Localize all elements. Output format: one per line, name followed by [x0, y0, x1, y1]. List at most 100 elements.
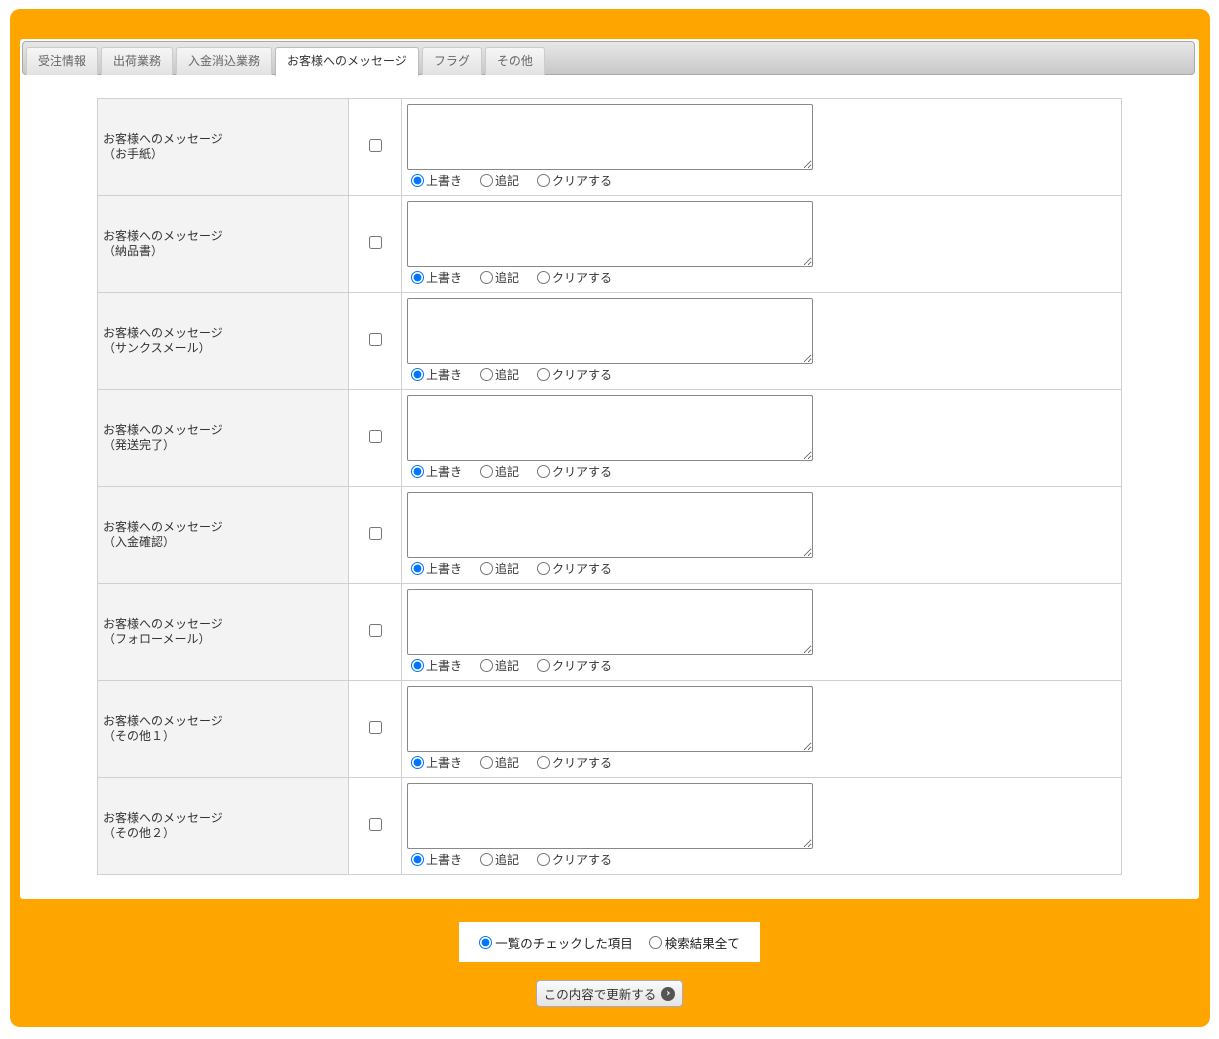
- message-row: お客様へのメッセージ （入金確認） 上書き 追記 クリアする: [97, 486, 1122, 584]
- row-checkbox[interactable]: [368, 236, 382, 249]
- mode-option[interactable]: 追記: [476, 754, 519, 771]
- message-row: お客様へのメッセージ （サンクスメール） 上書き 追記 クリアする: [97, 292, 1122, 390]
- row-checkbox[interactable]: [368, 430, 382, 443]
- message-textarea[interactable]: [407, 783, 813, 849]
- mode-option[interactable]: クリアする: [533, 269, 612, 286]
- mode-label: 追記: [495, 271, 520, 285]
- mode-label: 上書き: [426, 659, 463, 673]
- scope-checked-option[interactable]: 一覧のチェックした項目: [479, 933, 633, 952]
- update-button[interactable]: この内容で更新する ›: [536, 980, 683, 1007]
- mode-option[interactable]: 上書き: [407, 463, 462, 480]
- mode-option[interactable]: 追記: [476, 657, 519, 674]
- mode-radio[interactable]: [411, 659, 424, 672]
- mode-radio[interactable]: [480, 465, 494, 478]
- row-checkbox[interactable]: [368, 139, 382, 152]
- mode-radio[interactable]: [537, 659, 551, 672]
- row-check-cell: [348, 389, 402, 487]
- mode-radio[interactable]: [537, 368, 551, 381]
- mode-option[interactable]: クリアする: [533, 657, 612, 674]
- scope-checked-radio[interactable]: [479, 935, 493, 949]
- mode-radio[interactable]: [537, 465, 551, 478]
- mode-radio[interactable]: [480, 174, 494, 187]
- scope-all-radio[interactable]: [648, 935, 662, 949]
- mode-label: クリアする: [552, 174, 613, 188]
- mode-radio[interactable]: [480, 756, 494, 769]
- mode-option[interactable]: 上書き: [407, 851, 462, 868]
- tab-2[interactable]: 入金消込業務: [176, 47, 273, 75]
- mode-option[interactable]: 上書き: [407, 172, 462, 189]
- mode-option[interactable]: クリアする: [533, 172, 612, 189]
- message-textarea[interactable]: [407, 298, 813, 364]
- mode-radio[interactable]: [537, 562, 551, 575]
- mode-radio[interactable]: [537, 853, 551, 866]
- mode-option[interactable]: クリアする: [533, 851, 612, 868]
- message-textarea[interactable]: [407, 104, 813, 170]
- mode-option[interactable]: 追記: [476, 463, 519, 480]
- mode-radio[interactable]: [411, 853, 424, 866]
- tab-1[interactable]: 出荷業務: [101, 47, 174, 75]
- message-textarea[interactable]: [407, 492, 813, 558]
- mode-option[interactable]: 追記: [476, 172, 519, 189]
- mode-radio[interactable]: [537, 174, 551, 187]
- row-content: 上書き 追記 クリアする: [401, 195, 1122, 293]
- mode-option[interactable]: 上書き: [407, 754, 462, 771]
- mode-option[interactable]: 追記: [476, 851, 519, 868]
- mode-option[interactable]: クリアする: [533, 754, 612, 771]
- mode-radio[interactable]: [537, 271, 551, 284]
- mode-radio[interactable]: [480, 368, 494, 381]
- row-checkbox[interactable]: [368, 818, 382, 831]
- mode-radio[interactable]: [537, 756, 551, 769]
- mode-option[interactable]: 追記: [476, 269, 519, 286]
- edit-panel: 受注情報 出荷業務 入金消込業務 お客様へのメッセージ フラグ その他 お客様へのメッセー…: [20, 39, 1199, 899]
- row-checkbox[interactable]: [368, 624, 382, 637]
- mode-option[interactable]: 上書き: [407, 560, 462, 577]
- mode-radio[interactable]: [411, 756, 424, 769]
- mode-radio[interactable]: [411, 465, 424, 478]
- mode-radio[interactable]: [411, 271, 424, 284]
- mode-option[interactable]: 上書き: [407, 657, 462, 674]
- mode-radio[interactable]: [480, 271, 494, 284]
- message-textarea[interactable]: [407, 395, 813, 461]
- row-label: お客様へのメッセージ （お手紙）: [97, 98, 349, 196]
- row-content: 上書き 追記 クリアする: [401, 777, 1122, 875]
- mode-option[interactable]: 追記: [476, 366, 519, 383]
- mode-radio[interactable]: [480, 562, 494, 575]
- mode-radio-group: 上書き 追記 クリアする: [407, 463, 1121, 480]
- mode-option[interactable]: 追記: [476, 560, 519, 577]
- mode-radio[interactable]: [411, 368, 424, 381]
- tab-5[interactable]: その他: [484, 47, 545, 75]
- tab-bar: 受注情報 出荷業務 入金消込業務 お客様へのメッセージ フラグ その他: [22, 41, 1195, 76]
- message-textarea[interactable]: [407, 589, 813, 655]
- mode-radio-group: 上書き 追記 クリアする: [407, 366, 1121, 383]
- arrow-right-icon: ›: [661, 986, 676, 1001]
- row-title: お客様へのメッセージ: [103, 423, 223, 437]
- scope-all-option[interactable]: 検索結果全て: [648, 933, 740, 952]
- mode-radio-group: 上書き 追記 クリアする: [407, 657, 1121, 674]
- mode-option[interactable]: 上書き: [407, 366, 462, 383]
- mode-radio-group: 上書き 追記 クリアする: [407, 172, 1121, 189]
- tab-3[interactable]: お客様へのメッセージ: [275, 47, 419, 76]
- message-textarea[interactable]: [407, 686, 813, 752]
- tab-4[interactable]: フラグ: [421, 47, 482, 75]
- mode-radio[interactable]: [480, 853, 494, 866]
- message-table: お客様へのメッセージ （お手紙） 上書き 追記 クリアする お客様へのメッセージ （納品書…: [97, 98, 1122, 875]
- row-checkbox[interactable]: [368, 333, 382, 346]
- mode-radio[interactable]: [411, 562, 424, 575]
- mode-label: 追記: [495, 562, 520, 576]
- mode-radio[interactable]: [411, 174, 424, 187]
- mode-option[interactable]: クリアする: [533, 366, 612, 383]
- row-content: 上書き 追記 クリアする: [401, 98, 1122, 196]
- tab-0[interactable]: 受注情報: [26, 47, 99, 75]
- message-textarea[interactable]: [407, 201, 813, 267]
- message-row: お客様へのメッセージ （納品書） 上書き 追記 クリアする: [97, 195, 1122, 293]
- row-checkbox[interactable]: [368, 527, 382, 540]
- row-subtitle: （フォローメール）: [103, 632, 211, 646]
- mode-radio-group: 上書き 追記 クリアする: [407, 754, 1121, 771]
- row-checkbox[interactable]: [368, 721, 382, 734]
- mode-option[interactable]: 上書き: [407, 269, 462, 286]
- update-scope: 一覧のチェックした項目 検索結果全て: [459, 922, 760, 962]
- mode-option[interactable]: クリアする: [533, 560, 612, 577]
- mode-radio[interactable]: [480, 659, 494, 672]
- row-subtitle: （入金確認）: [103, 535, 176, 549]
- mode-option[interactable]: クリアする: [533, 463, 612, 480]
